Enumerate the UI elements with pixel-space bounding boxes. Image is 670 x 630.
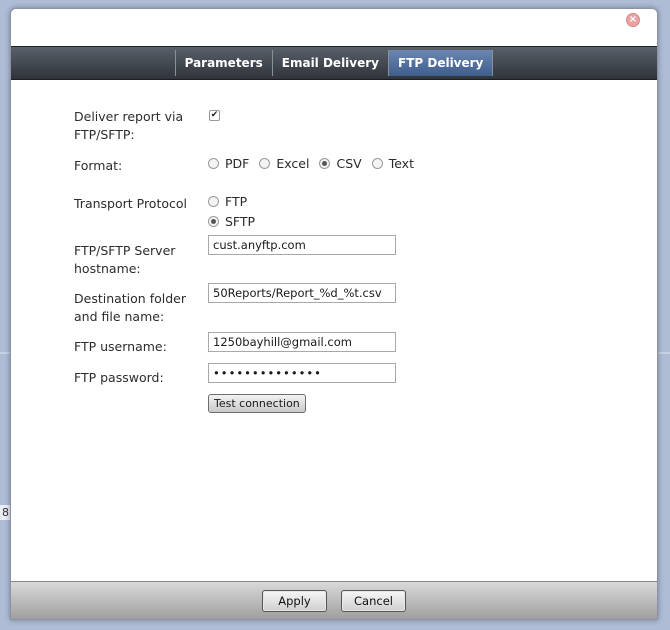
- close-icon[interactable]: ×: [626, 13, 640, 27]
- hostname-label-line2: hostname:: [74, 261, 141, 276]
- username-input[interactable]: [208, 332, 396, 352]
- password-label: FTP password:: [74, 370, 164, 385]
- transport-option-ftp[interactable]: FTP: [208, 194, 247, 209]
- destination-label-line1: Destination folder: [74, 291, 186, 306]
- destination-label-line2: and file name:: [74, 309, 165, 324]
- tab-ftp-delivery[interactable]: FTP Delivery: [388, 50, 494, 76]
- destination-input[interactable]: [208, 283, 396, 303]
- destination-label: Destination folder and file name:: [74, 290, 186, 326]
- test-connection-button[interactable]: Test connection: [208, 394, 306, 413]
- hostname-label-line1: FTP/SFTP Server: [74, 243, 176, 258]
- username-label: FTP username:: [74, 339, 167, 354]
- format-option-text[interactable]: Text: [371, 156, 414, 171]
- radio-sftp[interactable]: [208, 216, 219, 227]
- radio-csv[interactable]: [319, 158, 331, 169]
- tab-bar: Parameters Email Delivery FTP Delivery: [11, 46, 657, 80]
- ftp-delivery-dialog: × Parameters Email Delivery FTP Delivery…: [10, 8, 658, 620]
- radio-excel[interactable]: [259, 158, 271, 169]
- format-option-excel[interactable]: Excel: [259, 156, 309, 171]
- format-option-csv[interactable]: CSV: [319, 156, 362, 171]
- tab-email-delivery[interactable]: Email Delivery: [271, 50, 388, 76]
- tab-parameters[interactable]: Parameters: [174, 50, 272, 76]
- dialog-title-bar: ×: [11, 9, 657, 46]
- deliver-checkbox[interactable]: ✔: [209, 110, 220, 121]
- deliver-label-line2: FTP/SFTP:: [74, 127, 135, 142]
- transport-label: Transport Protocol: [74, 196, 188, 211]
- password-input[interactable]: [208, 363, 396, 383]
- hostname-input[interactable]: [208, 235, 396, 255]
- cancel-button[interactable]: Cancel: [341, 589, 406, 612]
- format-pdf-label: PDF: [225, 156, 250, 171]
- radio-ftp[interactable]: [208, 196, 219, 207]
- radio-text[interactable]: [371, 158, 383, 169]
- transport-sftp-label: SFTP: [225, 214, 256, 229]
- hostname-label: FTP/SFTP Server hostname:: [74, 242, 175, 278]
- format-label: Format:: [74, 158, 123, 173]
- radio-pdf[interactable]: [208, 158, 219, 169]
- dialog-footer: Apply Cancel: [11, 581, 657, 619]
- form-content: Deliver report via FTP/SFTP: ✔ Format: P…: [11, 80, 657, 580]
- format-option-pdf[interactable]: PDF: [208, 156, 249, 171]
- apply-button[interactable]: Apply: [262, 589, 327, 612]
- format-csv-label: CSV: [336, 156, 362, 171]
- format-radio-group: PDF Excel CSV Text: [208, 156, 424, 171]
- format-text-label: Text: [388, 156, 414, 171]
- deliver-label-line1: Deliver report via: [74, 109, 184, 124]
- format-excel-label: Excel: [276, 156, 310, 171]
- transport-ftp-label: FTP: [225, 194, 248, 209]
- deliver-label: Deliver report via FTP/SFTP:: [74, 108, 183, 144]
- transport-option-sftp[interactable]: SFTP: [208, 214, 255, 229]
